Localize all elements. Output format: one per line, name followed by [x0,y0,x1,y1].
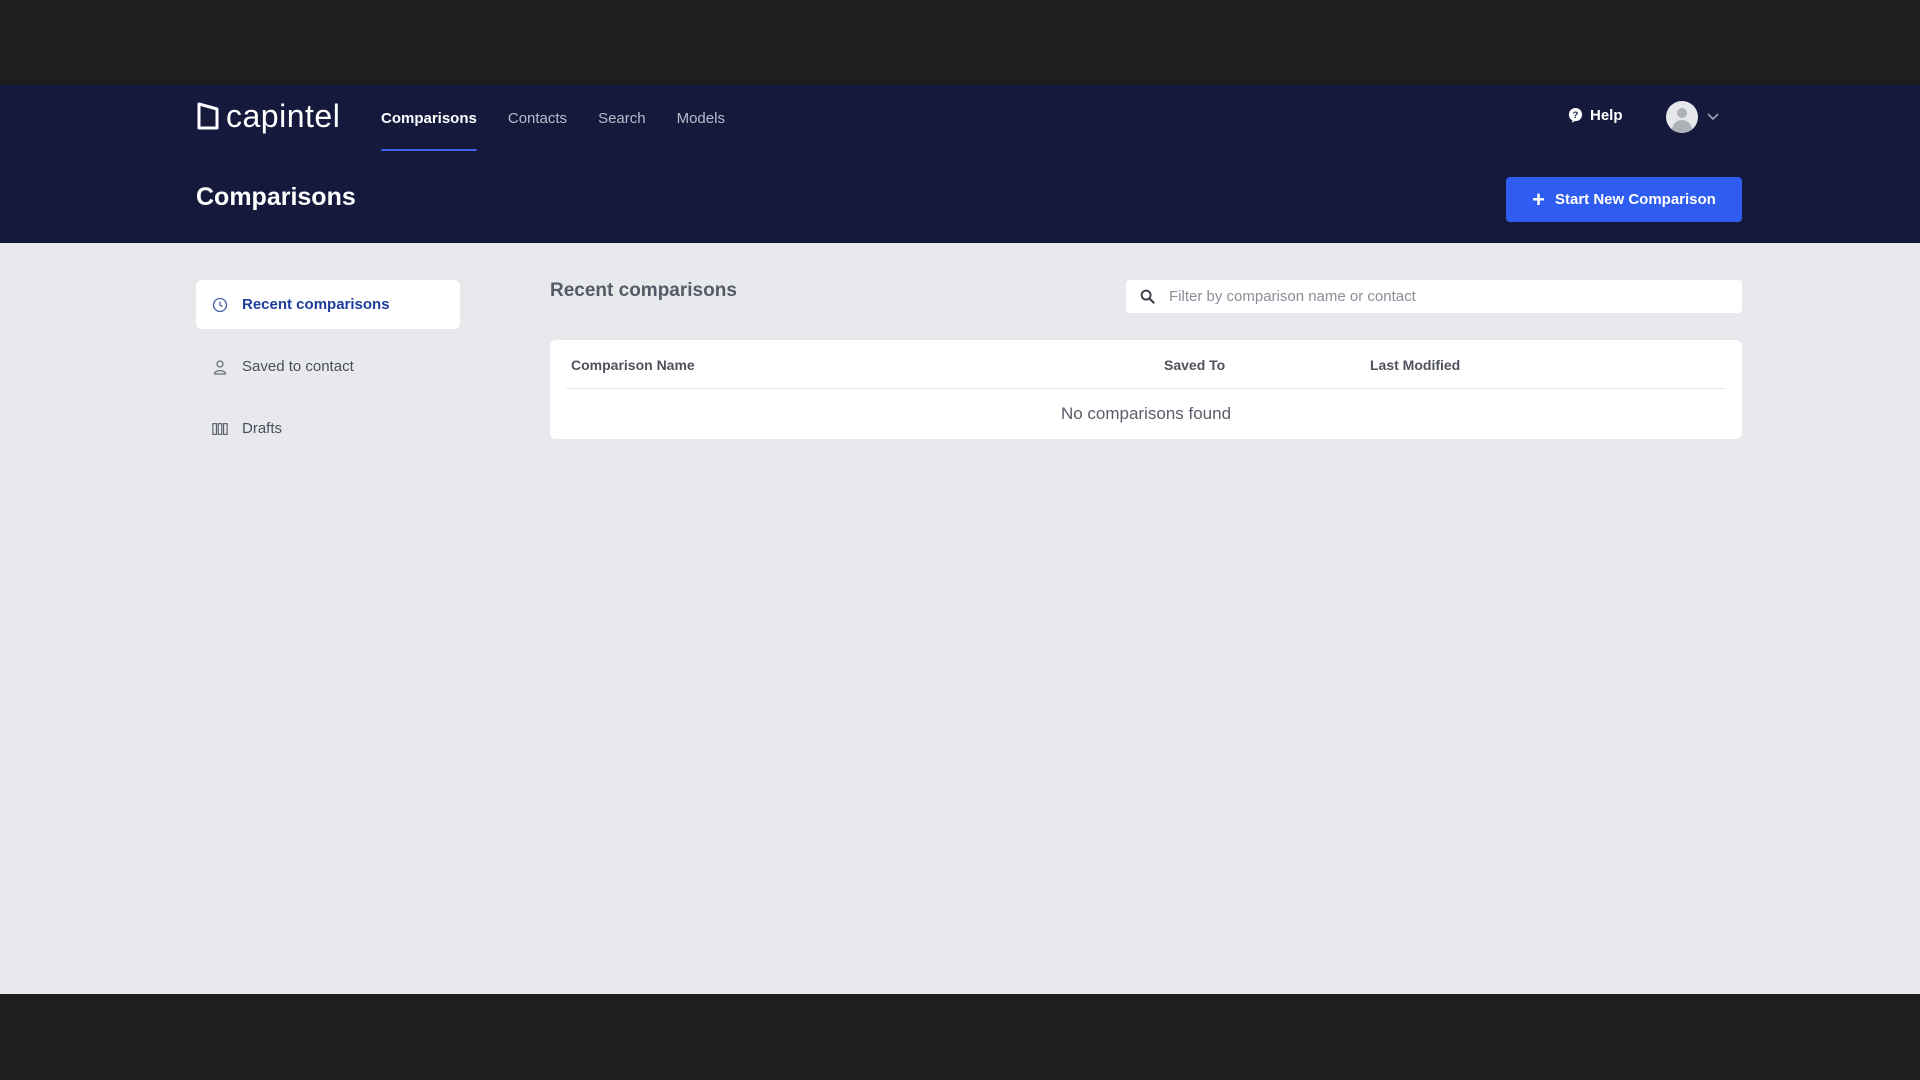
empty-state-message: No comparisons found [1060,404,1232,423]
sidebar: Recent comparisons Saved to contact Draf… [196,280,460,466]
sidebar-item-label: Saved to contact [242,358,354,375]
nav-comparisons[interactable]: Comparisons [381,85,477,151]
app-window: capintel Comparisons Contacts Search Mod… [0,85,1920,994]
comparisons-table: Comparison Name Saved To Last Modified N… [550,340,1742,439]
top-header: capintel Comparisons Contacts Search Mod… [0,85,1920,243]
letterbox-top [0,0,1920,85]
search-box[interactable] [1126,280,1742,313]
nav-contacts[interactable]: Contacts [508,85,567,151]
nav-models[interactable]: Models [677,85,725,151]
user-menu[interactable] [1666,101,1719,133]
column-header-saved-to[interactable]: Saved To [1164,357,1225,373]
user-icon [212,359,228,375]
sidebar-item-saved-to-contact[interactable]: Saved to contact [196,342,460,391]
sidebar-item-drafts[interactable]: Drafts [196,404,460,453]
section-title: Recent comparisons [550,280,737,301]
sidebar-item-label: Drafts [242,420,283,437]
drafts-icon [212,421,228,437]
chevron-down-icon [1707,113,1719,121]
start-new-comparison-button[interactable]: + Start New Comparison [1506,177,1742,222]
clock-icon [212,297,228,313]
plus-icon: + [1532,186,1545,212]
page-title: Comparisons [196,183,356,211]
start-new-comparison-label: Start New Comparison [1554,191,1716,208]
brand-logo[interactable]: capintel [196,97,341,134]
help-button[interactable]: ? Help [1568,107,1623,124]
table-header: Comparison Name Saved To Last Modified [566,340,1726,389]
search-input[interactable] [1169,288,1709,305]
letterbox-bottom [0,994,1920,1080]
help-label: Help [1590,107,1623,124]
help-icon: ? [1568,108,1583,123]
svg-text:?: ? [1573,110,1579,120]
capintel-logo-icon [197,102,219,130]
avatar [1666,101,1698,133]
column-header-last-modified[interactable]: Last Modified [1370,357,1460,373]
main-nav: Comparisons Contacts Search Models [381,85,725,151]
search-icon [1140,289,1155,304]
brand-name: capintel [226,97,341,134]
sidebar-item-recent-comparisons[interactable]: Recent comparisons [196,280,460,329]
sidebar-item-label: Recent comparisons [242,296,390,313]
column-header-comparison-name[interactable]: Comparison Name [571,357,695,373]
nav-search[interactable]: Search [598,85,646,151]
